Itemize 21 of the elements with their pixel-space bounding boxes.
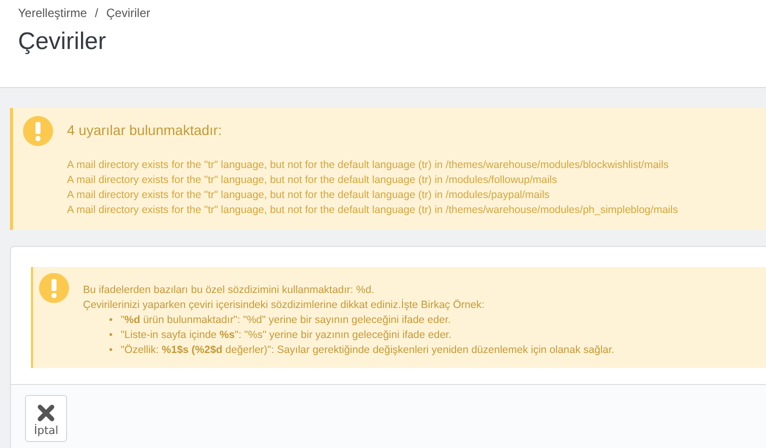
warning-message: A mail directory exists for the "tr" language, but not for the default language (tr) in /modules/followup/mails bbox=[67, 173, 558, 188]
notice-text: Bu ifadelerden bazıları bu özel sözdizimini kullanmaktadır: %d. bbox=[83, 283, 376, 298]
warning-message: A mail directory exists for the "tr" language, but not for the default language (tr) in /themes/warehouse/modules/blockwishlist/mails bbox=[67, 158, 670, 173]
bullet-marker: • bbox=[109, 328, 113, 343]
breadcrumb-link[interactable]: Çeviriler bbox=[106, 6, 150, 20]
cancel-button[interactable]: İptal bbox=[25, 395, 68, 442]
warning-message: A mail directory exists for the "tr" language, but not for the default language (tr) in /themes/warehouse/modules/ph_simpleblog/mails bbox=[67, 203, 678, 218]
warning-message: A mail directory exists for the "tr" language, but not for the default language (tr) in /modules/paypal/mails bbox=[67, 188, 551, 203]
warning-icon bbox=[39, 273, 69, 303]
warning-icon bbox=[23, 116, 53, 146]
example-item: "%d ürün bulunmaktadır": "%d" yerine bir sayının geleceğini ifade eder. bbox=[120, 313, 451, 328]
breadcrumb-separator: / bbox=[94, 6, 98, 20]
notice-text: Çevirilerinizi yaparken çeviri içerisindeki sözdizimlerine dikkat ediniz.İşte Birkaç Örnek: bbox=[83, 298, 486, 313]
warning-heading: 4 uyarılar bulunmaktadır: bbox=[67, 122, 223, 138]
bullet-marker: • bbox=[109, 313, 113, 328]
example-item: "Özellik: %1$s (%2$d değerler)": Sayılar gerektiğinde değişkenleri yeniden düzenlemek için olanak sağlar. bbox=[120, 343, 614, 358]
page-title: Çeviriler bbox=[18, 28, 108, 56]
breadcrumb-link[interactable]: Yerelleştirme bbox=[18, 6, 87, 20]
bullet-marker: • bbox=[109, 343, 113, 358]
close-icon bbox=[37, 404, 56, 422]
example-item: "Liste-in sayfa içinde %s": "%s" yerine bir yazının geleceğini ifade eder. bbox=[120, 328, 452, 343]
